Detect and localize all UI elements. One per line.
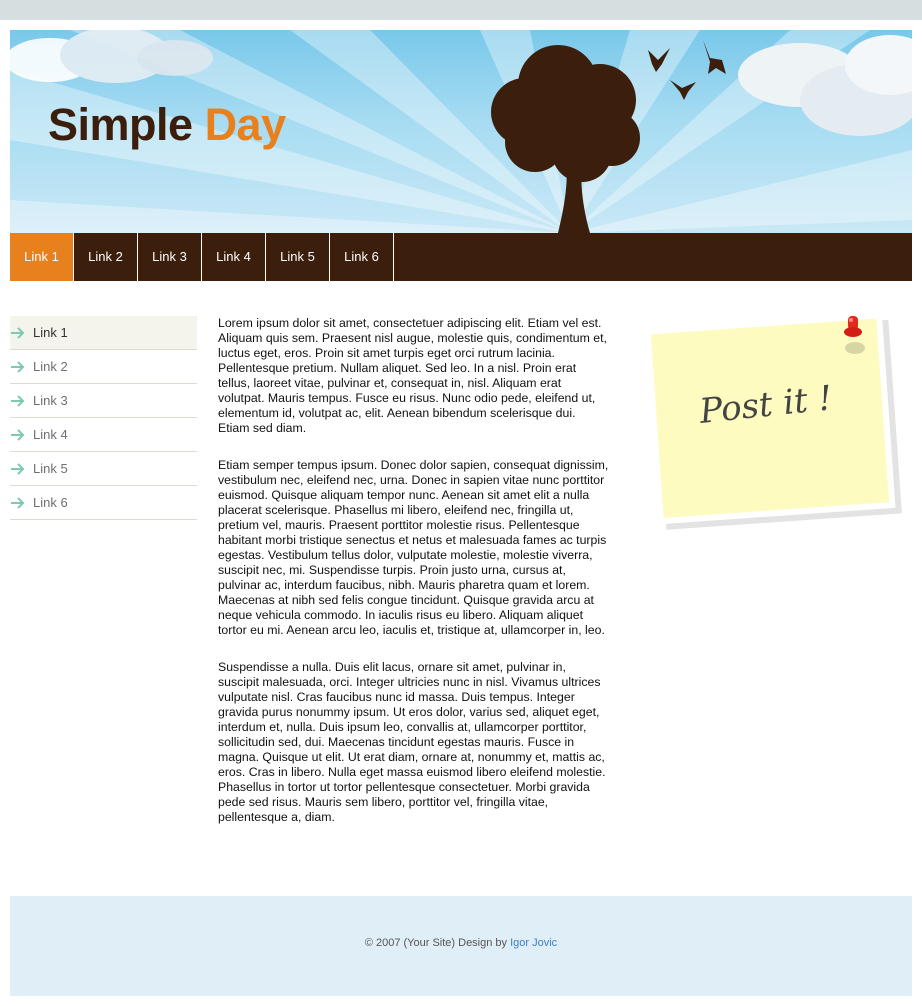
sidebar-item-link-4[interactable]: Link 4 xyxy=(10,418,197,452)
top-strip xyxy=(0,0,922,20)
sidebar-item-label: Link 3 xyxy=(33,393,68,408)
sidebar-item-link-2[interactable]: Link 2 xyxy=(10,350,197,384)
sidebar-item-link-5[interactable]: Link 5 xyxy=(10,452,197,486)
site-header: Simple Day xyxy=(10,30,912,233)
site-title-part2: Day xyxy=(204,99,287,150)
sidebar-item-link-3[interactable]: Link 3 xyxy=(10,384,197,418)
nav-link-6[interactable]: Link 6 xyxy=(330,233,394,281)
content-paragraph: Lorem ipsum dolor sit amet, consectetuer… xyxy=(218,316,607,435)
sidebar-menu: Link 1 Link 2 Link 3 Link 4 Link 5 Link … xyxy=(10,316,197,520)
postit-illustration: Post it ! xyxy=(644,312,902,530)
arrow-right-icon xyxy=(11,327,25,339)
nav-link-1[interactable]: Link 1 xyxy=(10,233,74,281)
site-footer: © 2007 (Your Site) Design by Igor Jovic xyxy=(10,896,912,996)
footer-text-row: © 2007 (Your Site) Design by Igor Jovic xyxy=(10,937,912,949)
arrow-right-icon xyxy=(11,429,25,441)
nav-link-5[interactable]: Link 5 xyxy=(266,233,330,281)
site-title: Simple Day xyxy=(48,102,286,147)
content-paragraph: Etiam semper tempus ipsum. Donec dolor s… xyxy=(218,458,609,637)
nav-link-2[interactable]: Link 2 xyxy=(74,233,138,281)
designer-link[interactable]: Igor Jovic xyxy=(510,937,557,949)
main-nav: Link 1 Link 2 Link 3 Link 4 Link 5 Link … xyxy=(10,233,912,281)
site-title-part1: Simple xyxy=(48,99,193,150)
postit-note: Post it ! xyxy=(643,308,905,530)
sidebar-item-link-1[interactable]: Link 1 xyxy=(10,316,197,350)
arrow-right-icon xyxy=(11,497,25,509)
content-paragraph: Suspendisse a nulla. Duis elit lacus, or… xyxy=(218,660,606,824)
sidebar-item-label: Link 5 xyxy=(33,461,68,476)
sidebar-item-label: Link 1 xyxy=(33,325,68,340)
arrow-right-icon xyxy=(11,463,25,475)
sidebar-item-label: Link 6 xyxy=(33,495,68,510)
main-content: Lorem ipsum dolor sit amet, consectetuer… xyxy=(218,316,610,847)
sidebar-item-link-6[interactable]: Link 6 xyxy=(10,486,197,520)
nav-link-3[interactable]: Link 3 xyxy=(138,233,202,281)
arrow-right-icon xyxy=(11,361,25,373)
copyright-text: © 2007 (Your Site) Design by xyxy=(364,937,508,949)
nav-link-4[interactable]: Link 4 xyxy=(202,233,266,281)
sidebar-item-label: Link 4 xyxy=(33,427,68,442)
cloud-icon xyxy=(738,35,912,136)
sidebar-item-label: Link 2 xyxy=(33,359,68,374)
arrow-right-icon xyxy=(11,395,25,407)
